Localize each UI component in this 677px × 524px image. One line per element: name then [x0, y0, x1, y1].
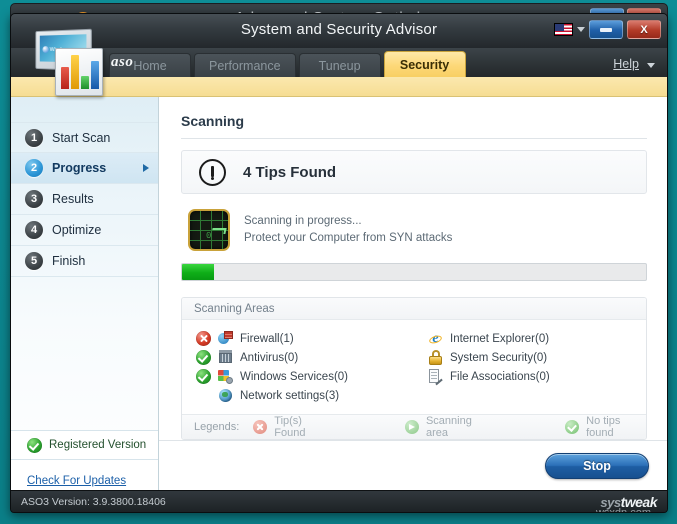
scan-text-group: Scanning in progress... Protect your Com…	[244, 213, 452, 247]
area-item-network-settings[interactable]: Network settings(3)	[196, 386, 414, 405]
status-no-tips	[196, 350, 211, 365]
help-chevron-down-icon[interactable]	[647, 63, 655, 68]
window-controls: X	[554, 20, 661, 39]
sidebar-item-start-scan[interactable]: 1 Start Scan	[11, 122, 158, 153]
application-window: System and Security Advisor X aso Home P…	[10, 13, 668, 513]
network-settings-icon	[218, 388, 233, 403]
action-bar: Stop	[159, 440, 667, 490]
area-label: File Associations(0)	[450, 370, 550, 383]
scan-progress-fill	[182, 264, 215, 280]
area-label: Firewall(1)	[240, 332, 294, 345]
legend-label: Scanning area	[425, 415, 472, 439]
title-divider	[181, 138, 647, 139]
check-for-updates-link[interactable]: Check For Updates	[27, 475, 126, 487]
area-label: Network settings(3)	[240, 389, 340, 402]
area-label: System Security(0)	[450, 351, 548, 364]
scan-progress-bar	[181, 263, 647, 281]
sidebar-item-label: Results	[52, 192, 94, 206]
legend-tips-found: Tip(s) Found	[253, 415, 331, 439]
internet-explorer-icon: e	[428, 331, 443, 346]
tab-tuneup[interactable]: Tuneup	[298, 53, 381, 77]
scanning-areas-grid: Firewall(1) Antivirus(0) Windows Service…	[182, 320, 646, 414]
scanning-areas-right-column: e Internet Explorer(0) System Security(0…	[414, 329, 646, 405]
sidebar-item-finish[interactable]: 5 Finish	[11, 246, 158, 277]
sidebar-item-label: Finish	[52, 254, 86, 268]
step-badge: 4	[25, 221, 43, 239]
firewall-icon	[218, 331, 233, 346]
registered-version-label: Registered Version	[49, 439, 147, 451]
chevron-down-icon[interactable]	[577, 27, 585, 32]
area-item-firewall[interactable]: Firewall(1)	[196, 329, 414, 348]
chevron-right-icon	[143, 164, 149, 172]
step-badge: 1	[25, 128, 43, 147]
step-badge: 3	[25, 190, 43, 208]
sidebar-item-label: Optimize	[52, 223, 102, 237]
file-associations-icon	[428, 369, 443, 386]
minimize-button[interactable]	[589, 20, 623, 39]
stop-button[interactable]: Stop	[545, 452, 649, 479]
windows-services-icon	[218, 369, 233, 384]
tips-found-panel: 4 Tips Found	[181, 150, 647, 194]
watermark-label: wsxdn.com	[595, 506, 651, 513]
scanning-areas-left-column: Firewall(1) Antivirus(0) Windows Service…	[182, 329, 414, 405]
scan-status-row: 0 Scanning in progress... Protect your C…	[181, 209, 647, 251]
green-arrow-icon	[404, 420, 419, 434]
step-badge: 5	[25, 252, 43, 270]
registered-version-status: Registered Version	[11, 430, 158, 460]
red-x-icon	[253, 420, 268, 434]
tips-found-label: 4 Tips Found	[243, 163, 337, 181]
area-item-internet-explorer[interactable]: e Internet Explorer(0)	[428, 329, 646, 348]
status-bar: ASO3 Version: 3.9.3800.18406 sys tweak ws…	[11, 490, 667, 512]
status-none	[196, 388, 211, 403]
scanning-areas-panel: Scanning Areas Firewall(1) Antivirus(0) …	[181, 297, 647, 440]
area-label: Antivirus(0)	[240, 351, 299, 364]
area-label: Windows Services(0)	[240, 370, 348, 383]
version-label: ASO3 Version: 3.9.3800.18406	[21, 495, 166, 508]
us-flag-icon[interactable]	[554, 23, 573, 36]
systweak-logo: sys tweak wsxdn.com	[596, 494, 658, 513]
sidebar-item-label: Start Scan	[52, 130, 111, 145]
green-check-icon	[565, 420, 580, 434]
status-tip-found	[196, 331, 211, 346]
area-item-windows-services[interactable]: Windows Services(0)	[196, 367, 414, 386]
close-button[interactable]: X	[627, 20, 661, 39]
legend-no-tips-found: No tips found	[565, 415, 646, 439]
area-item-file-associations[interactable]: File Associations(0)	[428, 367, 646, 386]
scanning-areas-header: Scanning Areas	[182, 298, 646, 320]
desktop-background: Advanced System Optimizer X System and S…	[0, 0, 677, 524]
window-titlebar: System and Security Advisor X	[11, 14, 667, 48]
tab-performance[interactable]: Performance	[194, 53, 296, 77]
scan-detail-label: Protect your Computer from SYN attacks	[244, 232, 453, 244]
help-menu[interactable]: Help	[613, 57, 639, 71]
sidebar-item-optimize[interactable]: 4 Optimize	[11, 215, 158, 246]
scan-status-label: Scanning in progress...	[244, 215, 362, 227]
page-title: Scanning	[181, 113, 245, 129]
area-label: Internet Explorer(0)	[450, 332, 550, 345]
tab-security[interactable]: Security	[383, 51, 466, 77]
sidebar: 1 Start Scan 2 Progress 3 Results 4 Opti…	[11, 97, 159, 502]
step-badge: 2	[25, 159, 43, 177]
legend-label: Tip(s) Found	[274, 415, 306, 439]
legends-bar: Legends: Tip(s) Found Scanning area No t…	[182, 414, 646, 439]
legend-label: No tips found	[586, 415, 621, 439]
sidebar-item-results[interactable]: 3 Results	[11, 184, 158, 215]
scope-trace	[211, 228, 227, 234]
status-no-tips	[196, 369, 211, 384]
legends-label: Legends:	[194, 421, 240, 433]
green-check-icon	[27, 437, 42, 453]
tab-bar: aso Home Performance Tuneup Security Hel…	[11, 48, 667, 77]
sidebar-item-label: Progress	[52, 161, 107, 175]
area-item-antivirus[interactable]: Antivirus(0)	[196, 348, 414, 367]
oscilloscope-icon: 0	[188, 209, 230, 251]
legend-scanning-area: Scanning area	[404, 415, 492, 439]
area-item-system-security[interactable]: System Security(0)	[428, 348, 646, 367]
padlock-icon	[428, 350, 443, 365]
exclamation-icon	[199, 158, 226, 186]
aso-wordmark: aso	[111, 54, 134, 70]
banner-strip	[11, 77, 667, 97]
sidebar-item-progress[interactable]: 2 Progress	[11, 153, 158, 184]
antivirus-icon	[218, 350, 233, 365]
